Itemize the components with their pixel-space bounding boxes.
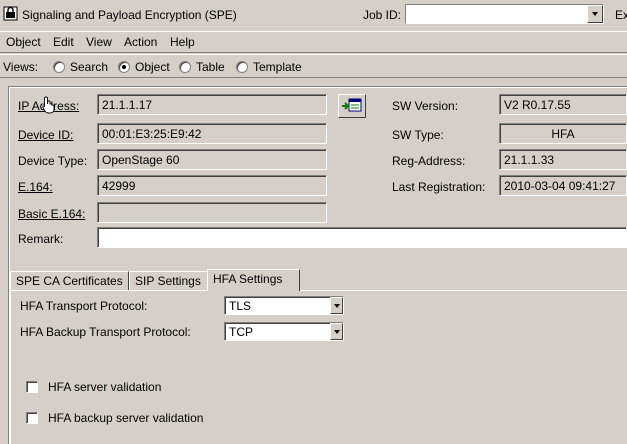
tab-hfa-settings[interactable]: HFA Settings bbox=[207, 269, 300, 291]
hfa-transport-label: HFA Transport Protocol: bbox=[20, 299, 148, 313]
hfa-server-validation-checkbox[interactable] bbox=[26, 381, 38, 393]
views-label-search[interactable]: Search bbox=[70, 60, 108, 74]
device-type-label: Device Type: bbox=[18, 154, 88, 168]
ex-label: Ex bbox=[615, 8, 627, 22]
sw-version-field: V2 R0.17.55 bbox=[499, 94, 627, 115]
basic-e164-label[interactable]: Basic E.164: bbox=[18, 207, 85, 221]
window-title: Signaling and Payload Encryption (SPE) bbox=[22, 8, 237, 22]
views-label-template[interactable]: Template bbox=[253, 60, 302, 74]
hfa-backup-server-validation-label[interactable]: HFA backup server validation bbox=[48, 411, 203, 425]
views-label-object[interactable]: Object bbox=[135, 60, 170, 74]
title-bar: Signaling and Payload Encryption (SPE) J… bbox=[0, 0, 627, 30]
hfa-transport-select[interactable]: TLS bbox=[224, 296, 344, 315]
last-registration-field: 2010-03-04 09:41:27 bbox=[499, 175, 627, 196]
app-icon bbox=[3, 6, 18, 21]
chevron-down-icon[interactable] bbox=[587, 5, 603, 23]
chevron-down-icon[interactable] bbox=[330, 323, 343, 340]
sw-type-field: HFA bbox=[499, 123, 627, 144]
tab-spe-ca-certificates[interactable]: SPE CA Certificates bbox=[10, 271, 129, 290]
ip-address-field: 21.1.1.17 bbox=[97, 94, 327, 115]
views-radio-table[interactable] bbox=[179, 61, 191, 73]
open-device-button[interactable] bbox=[338, 94, 366, 118]
menu-object[interactable]: Object bbox=[6, 35, 41, 49]
chevron-down-icon[interactable] bbox=[330, 297, 343, 314]
views-radio-template[interactable] bbox=[236, 61, 248, 73]
menu-view[interactable]: View bbox=[86, 35, 112, 49]
views-label: Views: bbox=[3, 60, 39, 74]
menu-bar: Object Edit View Action Help bbox=[0, 31, 627, 53]
reg-address-label: Reg-Address: bbox=[392, 154, 466, 168]
window-arrow-icon bbox=[342, 98, 362, 112]
e164-label[interactable]: E.164: bbox=[18, 180, 53, 194]
hand-cursor-icon bbox=[42, 96, 55, 114]
device-id-label[interactable]: Device ID: bbox=[18, 128, 73, 142]
device-id-field: 00:01:E3:25:E9:42 bbox=[97, 123, 327, 144]
views-radio-search[interactable] bbox=[53, 61, 65, 73]
sw-version-label: SW Version: bbox=[392, 99, 459, 113]
last-registration-label: Last Registration: bbox=[392, 180, 486, 194]
views-radio-object[interactable] bbox=[118, 61, 130, 73]
hfa-backup-transport-select[interactable]: TCP bbox=[224, 322, 344, 341]
hfa-backup-server-validation-checkbox[interactable] bbox=[26, 412, 38, 424]
job-id-combobox[interactable] bbox=[405, 4, 604, 24]
hfa-backup-transport-label: HFA Backup Transport Protocol: bbox=[20, 325, 191, 339]
hfa-server-validation-label[interactable]: HFA server validation bbox=[48, 380, 161, 394]
menu-action[interactable]: Action bbox=[124, 35, 157, 49]
views-label-table[interactable]: Table bbox=[196, 60, 225, 74]
e164-field: 42999 bbox=[97, 175, 327, 196]
sw-type-label: SW Type: bbox=[392, 128, 444, 142]
menu-help[interactable]: Help bbox=[170, 35, 195, 49]
basic-e164-field bbox=[97, 202, 327, 223]
remark-label: Remark: bbox=[18, 232, 64, 246]
remark-input[interactable] bbox=[97, 227, 627, 248]
job-id-label: Job ID: bbox=[363, 8, 402, 22]
views-bar: Views: Search Object Table Template bbox=[0, 54, 627, 78]
device-type-field: OpenStage 60 bbox=[97, 149, 327, 170]
hfa-backup-transport-value: TCP bbox=[229, 325, 253, 339]
hfa-transport-value: TLS bbox=[229, 299, 252, 313]
reg-address-field: 21.1.1.33 bbox=[499, 149, 627, 170]
tab-sip-settings[interactable]: SIP Settings bbox=[129, 271, 215, 290]
menu-edit[interactable]: Edit bbox=[53, 35, 74, 49]
